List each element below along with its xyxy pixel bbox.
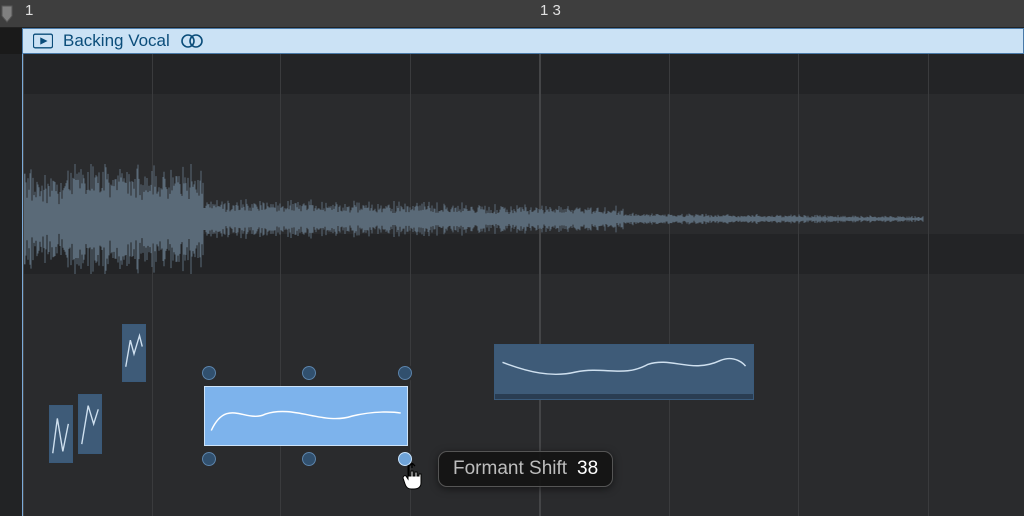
playhead-line[interactable] <box>22 54 23 516</box>
grid-line <box>928 54 929 516</box>
timeline-ruler[interactable]: 1 1 3 <box>0 0 1024 28</box>
left-gutter <box>0 54 22 516</box>
waveform-display <box>24 164 924 274</box>
audio-editor-root: 1 1 3 Backing Vocal <box>0 0 1024 516</box>
formant-handle-icon[interactable] <box>200 450 218 468</box>
flex-handle-icon[interactable] <box>300 364 318 382</box>
note-segment[interactable] <box>122 324 146 382</box>
parameter-tooltip: Formant Shift 38 <box>438 451 613 487</box>
note-segment[interactable] <box>78 394 102 454</box>
tooltip-value: 38 <box>577 458 598 480</box>
region-play-icon <box>33 33 53 49</box>
grid-line <box>410 54 411 516</box>
formant-handle-active-icon[interactable] <box>396 450 414 468</box>
grid-line <box>280 54 281 516</box>
region-header[interactable]: Backing Vocal <box>22 28 1024 54</box>
note-segment[interactable] <box>494 344 754 400</box>
edit-content[interactable]: Formant Shift 38 <box>22 54 1024 516</box>
edit-area: Formant Shift 38 <box>0 54 1024 516</box>
pitch-band <box>22 54 1024 94</box>
note-segment[interactable] <box>49 405 73 463</box>
grid-line <box>152 54 153 516</box>
grid-line <box>669 54 670 516</box>
note-segment-selected[interactable] <box>204 386 408 446</box>
formant-handle-icon[interactable] <box>300 450 318 468</box>
ruler-mark: 1 3 <box>540 2 561 19</box>
grid-line <box>539 54 541 516</box>
tooltip-label: Formant Shift <box>453 458 567 480</box>
flex-handle-icon[interactable] <box>200 364 218 382</box>
region-title: Backing Vocal <box>63 31 170 51</box>
ruler-mark: 1 <box>25 2 33 19</box>
stereo-icon <box>180 33 204 49</box>
flex-handle-icon[interactable] <box>396 364 414 382</box>
grid-line <box>798 54 799 516</box>
playhead-handle[interactable] <box>0 0 20 28</box>
